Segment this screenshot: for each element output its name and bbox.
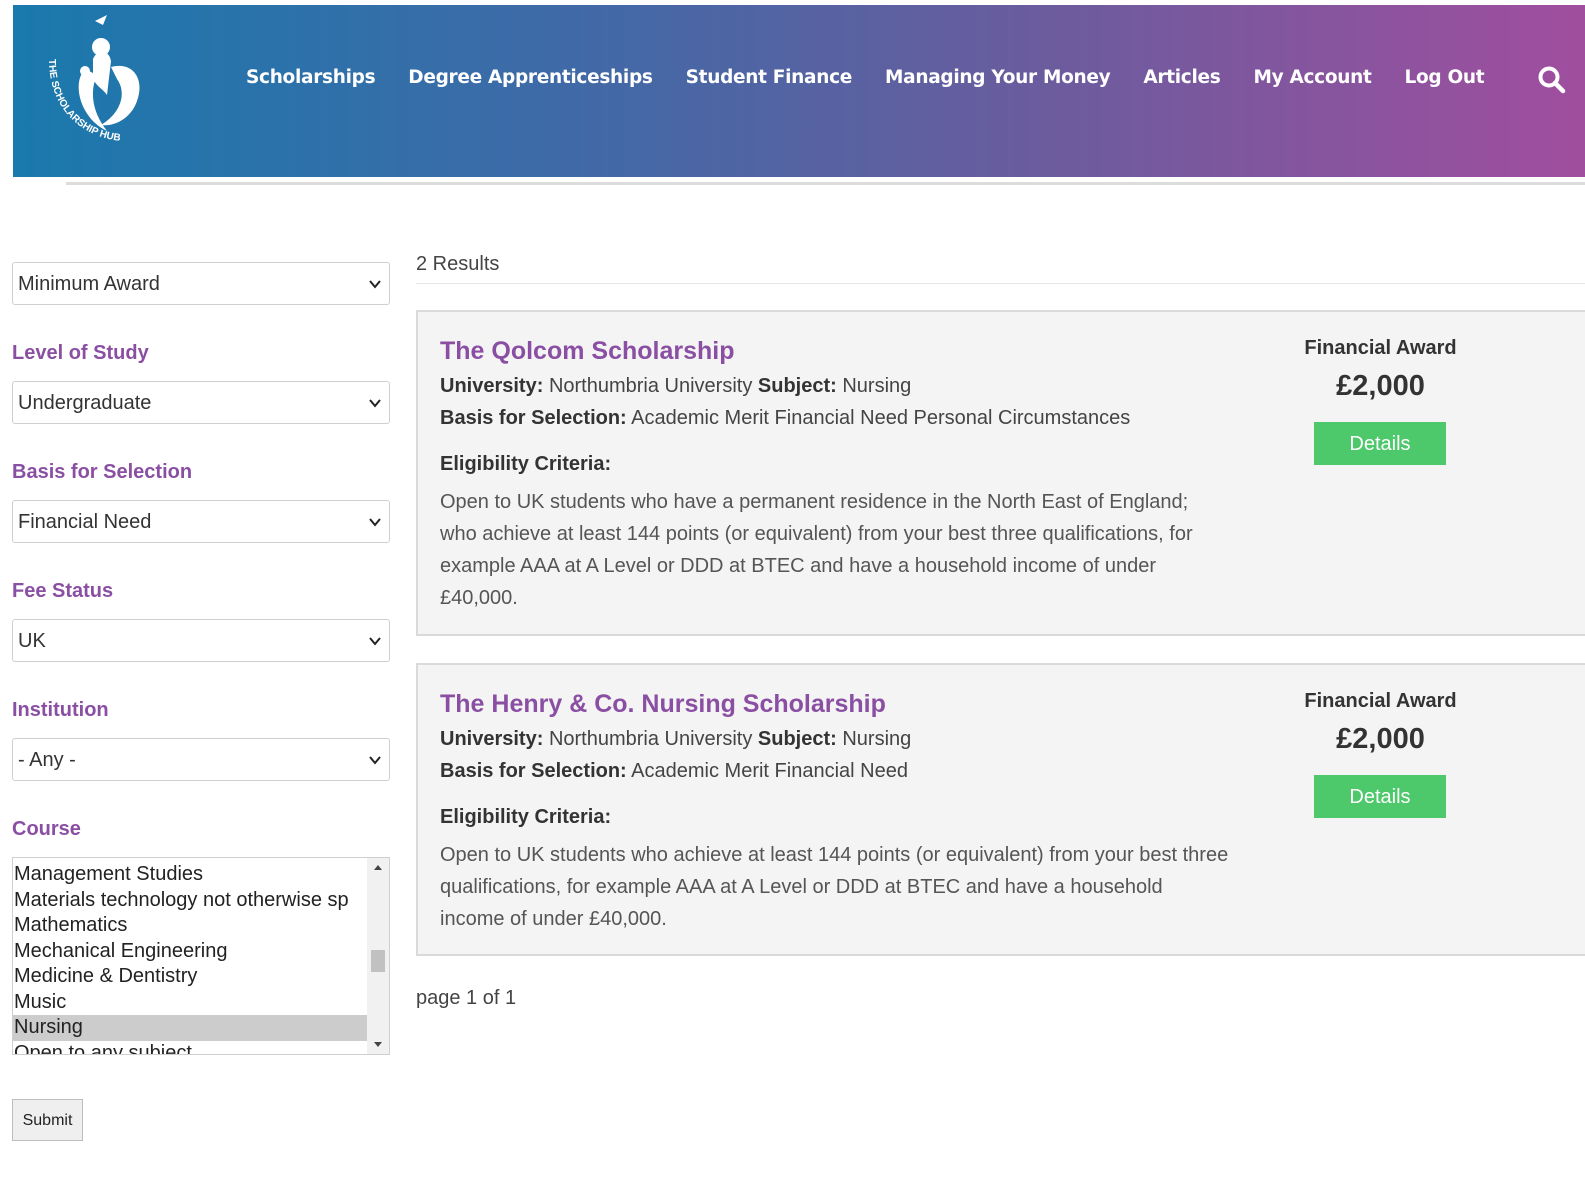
chevron-down-icon (369, 518, 381, 527)
chevron-down-icon (369, 756, 381, 765)
basis-line: Basis for Selection: Academic Merit Fina… (440, 760, 908, 783)
university-label: University: (440, 728, 544, 750)
subject-label: Subject: (757, 728, 837, 750)
course-scrollbar[interactable] (367, 858, 389, 1054)
scroll-down-arrow-icon[interactable] (367, 1034, 389, 1054)
nav-student-finance[interactable]: Student Finance (686, 67, 853, 88)
result-card: The Qolcom Scholarship University: North… (416, 310, 1585, 636)
financial-award-label: Financial Award (1304, 337, 1457, 359)
scroll-up-arrow-icon[interactable] (367, 858, 389, 878)
scroll-thumb[interactable] (371, 950, 385, 972)
university-value: Northumbria University (548, 728, 753, 750)
basis-for-selection-select[interactable]: Financial Need (12, 500, 390, 543)
fee-status-label: Fee Status (12, 580, 114, 602)
course-option[interactable]: Mathematics (13, 913, 367, 939)
details-button[interactable]: Details (1314, 422, 1446, 465)
eligibility-heading: Eligibility Criteria: (440, 453, 612, 475)
institution-label: Institution (12, 699, 109, 721)
university-subject-line: University: Northumbria University Subje… (440, 728, 911, 751)
nav-managing-your-money[interactable]: Managing Your Money (885, 67, 1111, 88)
level-of-study-value: Undergraduate (18, 392, 152, 414)
level-of-study-label: Level of Study (12, 342, 149, 364)
subject-value: Nursing (842, 728, 912, 750)
level-of-study-select[interactable]: Undergraduate (12, 381, 390, 424)
institution-select[interactable]: - Any - (12, 738, 390, 781)
course-option[interactable]: Mechanical Engineering (13, 939, 367, 965)
course-option[interactable]: Music (13, 990, 367, 1016)
university-subject-line: University: Northumbria University Subje… (440, 375, 911, 398)
main-nav: Scholarships Degree Apprenticeships Stud… (246, 67, 1517, 88)
chevron-down-icon (369, 399, 381, 408)
basis-label: Basis for Selection: (440, 407, 627, 429)
course-option[interactable]: Materials technology not otherwise sp (13, 888, 367, 914)
results-divider (416, 283, 1585, 284)
course-option-selected[interactable]: Nursing (13, 1015, 367, 1041)
basis-for-selection-value: Financial Need (18, 511, 152, 533)
basis-line: Basis for Selection: Academic Merit Fina… (440, 407, 1130, 430)
minimum-award-value: Minimum Award (18, 273, 160, 295)
search-icon[interactable] (1537, 65, 1567, 95)
header-divider (66, 182, 1585, 185)
fee-status-value: UK (18, 630, 46, 652)
site-header: THE SCHOLARSHIP HUB Scholarships Degree … (13, 5, 1585, 177)
nav-articles[interactable]: Articles (1143, 67, 1220, 88)
nav-my-account[interactable]: My Account (1253, 67, 1371, 88)
basis-value: Academic Merit Financial Need (631, 760, 908, 782)
eligibility-heading: Eligibility Criteria: (440, 806, 612, 828)
course-listbox[interactable]: Management Studies Materials technology … (12, 857, 390, 1055)
subject-value: Nursing (842, 375, 912, 397)
university-value: Northumbria University (548, 375, 753, 397)
university-label: University: (440, 375, 544, 397)
pagination-text: page 1 of 1 (416, 987, 517, 1009)
scholarship-title[interactable]: The Henry & Co. Nursing Scholarship (440, 690, 886, 719)
financial-award-label: Financial Award (1304, 690, 1457, 712)
subject-label: Subject: (757, 375, 837, 397)
nav-scholarships[interactable]: Scholarships (246, 67, 376, 88)
fee-status-select[interactable]: UK (12, 619, 390, 662)
details-button[interactable]: Details (1314, 775, 1446, 818)
basis-value: Academic Merit Financial Need Personal C… (631, 407, 1131, 429)
financial-award-amount: £2,000 (1336, 370, 1425, 402)
minimum-award-select[interactable]: Minimum Award (12, 262, 390, 305)
chevron-down-icon (369, 280, 381, 289)
scholarship-hub-logo[interactable]: THE SCHOLARSHIP HUB (41, 9, 151, 149)
submit-button[interactable]: Submit (12, 1099, 83, 1141)
course-option[interactable]: Management Studies (13, 862, 367, 888)
results-count: 2 Results (416, 253, 500, 275)
course-option[interactable]: Open to any subject (13, 1041, 367, 1055)
filter-sidebar: Minimum Award Level of Study Undergradua… (12, 262, 390, 1141)
scholarship-title[interactable]: The Qolcom Scholarship (440, 337, 735, 366)
eligibility-text: Open to UK students who achieve at least… (440, 844, 1229, 930)
basis-for-selection-label: Basis for Selection (12, 461, 193, 483)
course-option[interactable]: Medicine & Dentistry (13, 964, 367, 990)
institution-value: - Any - (18, 749, 76, 771)
result-card: The Henry & Co. Nursing Scholarship Univ… (416, 663, 1585, 956)
financial-award-amount: £2,000 (1336, 723, 1425, 755)
chevron-down-icon (369, 637, 381, 646)
eligibility-text: Open to UK students who have a permanent… (440, 491, 1193, 609)
course-label: Course (12, 818, 81, 840)
basis-label: Basis for Selection: (440, 760, 627, 782)
nav-log-out[interactable]: Log Out (1405, 67, 1485, 88)
nav-degree-apprenticeships[interactable]: Degree Apprenticeships (408, 67, 653, 88)
